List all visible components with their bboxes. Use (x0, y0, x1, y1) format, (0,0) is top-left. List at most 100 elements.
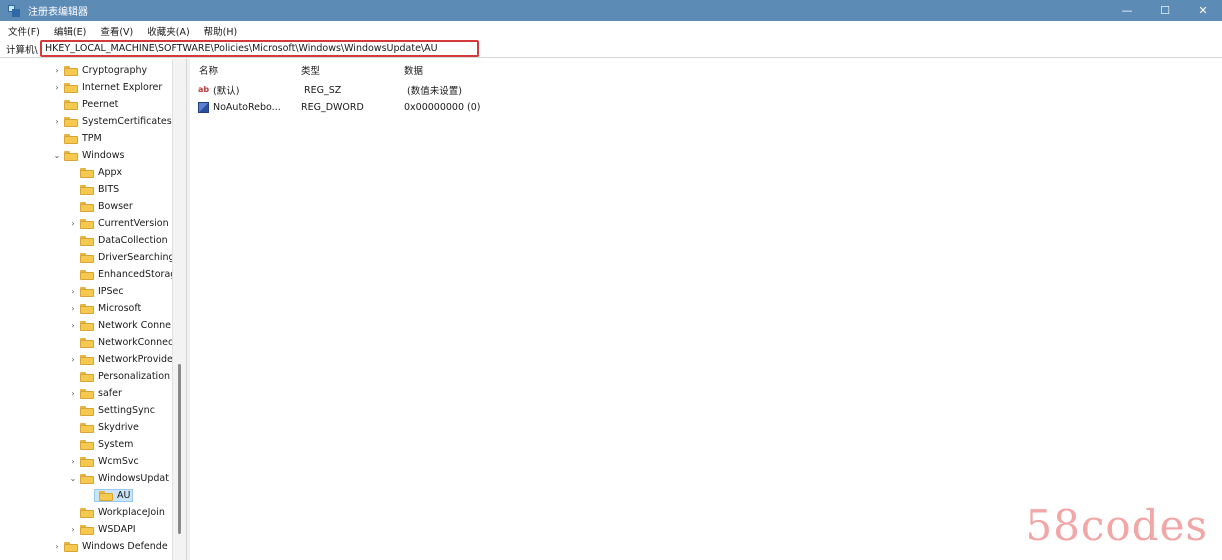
expand-chevron-icon[interactable]: › (52, 83, 62, 92)
tree-item[interactable]: › Cryptography (52, 62, 147, 79)
tree-item[interactable]: AU (84, 487, 134, 504)
expand-chevron-icon[interactable]: › (68, 525, 78, 534)
tree-item-content[interactable]: SettingSync (78, 405, 155, 416)
key-tree[interactable]: › Cryptography › Internet Explorer Peernet › S… (0, 59, 186, 560)
tree-item-content[interactable]: Appx (78, 167, 122, 178)
folder-icon (80, 354, 94, 365)
tree-item[interactable]: › Windows Defende (52, 538, 168, 555)
menu-file[interactable]: 文件(F) (8, 24, 40, 38)
menu-favorites[interactable]: 收藏夹(A) (147, 24, 189, 38)
tree-item-content[interactable]: BITS (78, 184, 119, 195)
registry-editor-icon (8, 4, 20, 17)
tree-item[interactable]: › WcmSvc (68, 453, 139, 470)
tree-item-content[interactable]: Peernet (62, 99, 118, 110)
tree-item[interactable]: › WSDAPI (68, 521, 136, 538)
minimize-button[interactable]: — (1108, 0, 1146, 21)
tree-item-content[interactable]: SystemCertificates (62, 116, 172, 127)
tree-item-label: TPM (82, 133, 102, 144)
tree-item[interactable]: Skydrive (68, 419, 139, 436)
column-header-data[interactable]: 数据 (404, 63, 423, 77)
expand-chevron-icon[interactable]: › (68, 287, 78, 296)
tree-item[interactable]: › SystemCertificates (52, 113, 172, 130)
tree-item-content[interactable]: Personalization (78, 371, 170, 382)
menu-help[interactable]: 帮助(H) (204, 24, 238, 38)
tree-item-content[interactable]: Bowser (78, 201, 133, 212)
tree-item[interactable]: Appx (68, 164, 122, 181)
tree-item[interactable]: DriverSearching (68, 249, 175, 266)
tree-item[interactable]: DataCollection (68, 232, 168, 249)
window-title: 注册表编辑器 (28, 7, 88, 18)
tree-item-content[interactable]: NetworkConnec (78, 337, 173, 348)
tree-item-content[interactable]: Network Conne (78, 320, 171, 331)
tree-item[interactable]: WorkplaceJoin (68, 504, 165, 521)
tree-item-label: AU (117, 490, 131, 501)
tree-item[interactable]: BITS (68, 181, 119, 198)
tree-item-content[interactable]: Microsoft (78, 303, 141, 314)
tree-item[interactable]: EnhancedStorag (68, 266, 176, 283)
tree-item[interactable]: › CurrentVersion (68, 215, 169, 232)
folder-icon (80, 167, 94, 178)
tree-item[interactable]: TPM (52, 130, 102, 147)
column-header-type[interactable]: 类型 (301, 63, 320, 77)
expand-chevron-icon[interactable]: › (52, 66, 62, 75)
tree-item-content[interactable]: Windows (62, 150, 124, 161)
expand-chevron-icon[interactable]: › (68, 219, 78, 228)
tree-item-content[interactable]: WindowsUpdat (78, 473, 169, 484)
expand-chevron-icon[interactable]: › (68, 355, 78, 364)
value-row[interactable]: ab (默认) REG_SZ (数值未设置) (198, 82, 798, 98)
expand-chevron-icon[interactable]: › (68, 457, 78, 466)
tree-item-content[interactable]: IPSec (78, 286, 124, 297)
tree-item[interactable]: Bowser (68, 198, 133, 215)
maximize-button[interactable]: ☐ (1146, 0, 1184, 21)
tree-item[interactable]: ⌄ WindowsUpdat (68, 470, 169, 487)
collapse-chevron-icon[interactable]: ⌄ (68, 474, 78, 483)
tree-item[interactable]: Peernet (52, 96, 118, 113)
tree-item-content[interactable]: CurrentVersion (78, 218, 169, 229)
tree-item-content[interactable]: NetworkProvide (78, 354, 173, 365)
folder-icon (80, 184, 94, 195)
tree-item-content[interactable]: safer (78, 388, 122, 399)
address-path-input[interactable]: HKEY_LOCAL_MACHINE\SOFTWARE\Policies\Mic… (40, 40, 479, 57)
tree-item-content[interactable]: DriverSearching (78, 252, 175, 263)
tree-item[interactable]: Personalization (68, 368, 170, 385)
tree-item[interactable]: › NetworkProvide (68, 351, 173, 368)
expand-chevron-icon[interactable]: › (68, 389, 78, 398)
menu-edit[interactable]: 编辑(E) (54, 24, 86, 38)
expand-chevron-icon[interactable]: › (68, 321, 78, 330)
tree-item-label: Cryptography (82, 65, 148, 76)
menu-bar: 文件(F) 编辑(E) 查看(V) 收藏夹(A) 帮助(H) (0, 21, 1222, 40)
menu-view[interactable]: 查看(V) (100, 24, 133, 38)
expand-chevron-icon[interactable]: › (52, 542, 62, 551)
tree-item-content[interactable]: Skydrive (78, 422, 139, 433)
tree-item[interactable]: SettingSync (68, 402, 155, 419)
tree-item-content[interactable]: TPM (62, 133, 102, 144)
tree-scrollbar-thumb[interactable] (178, 364, 181, 534)
tree-item[interactable]: › IPSec (68, 283, 124, 300)
binary-value-icon (198, 101, 209, 113)
close-button[interactable]: ✕ (1184, 0, 1222, 21)
tree-item-content[interactable]: Windows Defende (62, 541, 168, 552)
expand-chevron-icon[interactable]: › (52, 117, 62, 126)
tree-item-content[interactable]: System (78, 439, 133, 450)
tree-item-content[interactable]: Internet Explorer (62, 82, 162, 93)
tree-scrollbar[interactable] (172, 59, 186, 560)
tree-item-content[interactable]: WcmSvc (78, 456, 139, 467)
expand-chevron-icon[interactable]: › (68, 304, 78, 313)
tree-item-content[interactable]: WSDAPI (78, 524, 136, 535)
tree-item-content[interactable]: Cryptography (62, 65, 147, 76)
tree-item[interactable]: ⌄ Windows (52, 147, 125, 164)
value-row[interactable]: NoAutoRebo... REG_DWORD 0x00000000 (0) (198, 99, 798, 115)
tree-item[interactable]: › Network Conne (68, 317, 171, 334)
collapse-chevron-icon[interactable]: ⌄ (52, 151, 62, 160)
column-header-name[interactable]: 名称 (199, 63, 218, 77)
tree-item-label: System (98, 439, 134, 450)
tree-item-content[interactable]: WorkplaceJoin (78, 507, 165, 518)
tree-item[interactable]: › Microsoft (68, 300, 141, 317)
tree-item[interactable]: System (68, 436, 133, 453)
tree-item[interactable]: › Internet Explorer (52, 79, 162, 96)
tree-item-content[interactable]: EnhancedStorag (78, 269, 176, 280)
tree-item[interactable]: NetworkConnec (68, 334, 173, 351)
tree-item-content[interactable]: DataCollection (78, 235, 168, 246)
tree-item[interactable]: › safer (68, 385, 122, 402)
tree-item-content[interactable]: AU (94, 489, 134, 502)
